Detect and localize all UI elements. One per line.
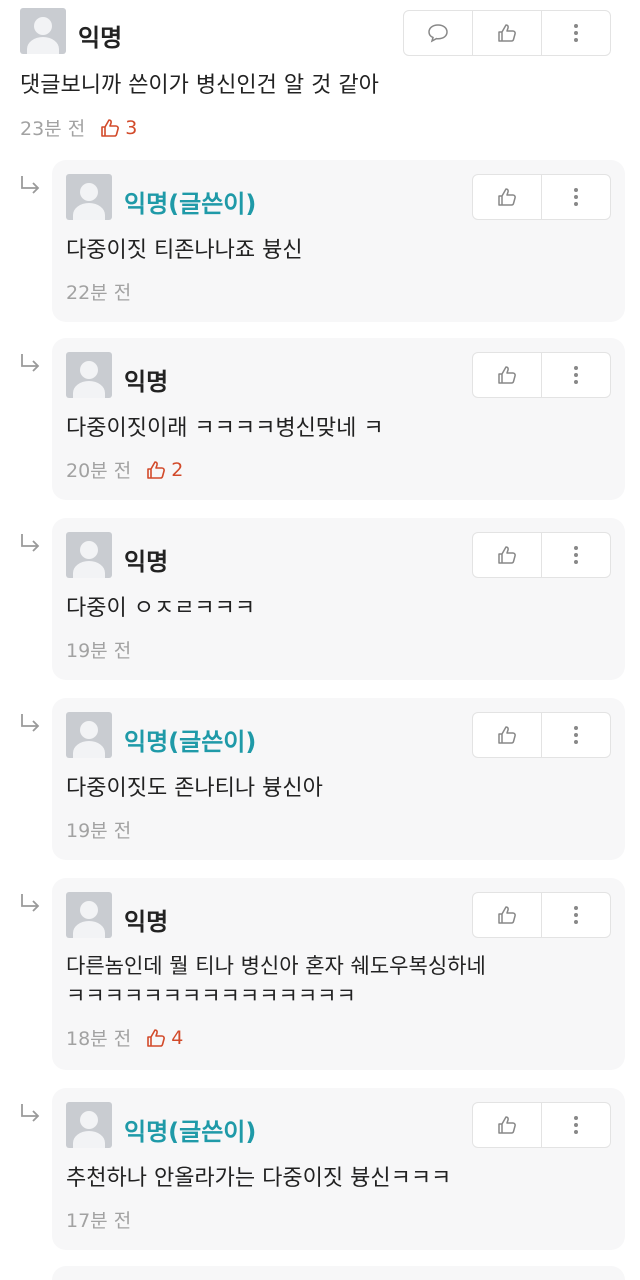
- comment-author: 익명: [124, 548, 169, 576]
- more-button[interactable]: [541, 893, 610, 937]
- comment-text: 다른놈인데 뭘 티나 병신아 혼자 쉐도우복싱하네: [66, 954, 486, 978]
- reply-arrow-icon: [21, 176, 40, 194]
- timestamp: 23분 전: [20, 118, 86, 140]
- timestamp: 20분 전: [66, 460, 132, 482]
- more-vertical-icon: [574, 906, 578, 924]
- comment-author: 익명: [124, 368, 169, 396]
- comment-author: 익명: [78, 24, 123, 52]
- comment-icon: [428, 24, 448, 43]
- more-button[interactable]: [541, 11, 610, 55]
- comment-meta: 19분 전: [66, 636, 131, 663]
- avatar[interactable]: [66, 1102, 112, 1148]
- reply-card: 익명 다중이짓이래 ㅋㅋㅋㅋ병신맞네 ㅋ 20분 전 2: [52, 338, 625, 500]
- reply-arrow-icon: [21, 894, 40, 912]
- reply-card: 익명(글쓴이) 추천하나 안올라가는 다중이짓 븅신ㅋㅋㅋ 17분 전: [52, 1088, 625, 1250]
- comment-author: 익명(글쓴이): [124, 190, 257, 218]
- comment-action-buttons: [472, 1102, 611, 1148]
- timestamp: 17분 전: [66, 1210, 132, 1232]
- reply-arrow-icon: [21, 354, 40, 372]
- avatar[interactable]: [66, 352, 112, 398]
- comment-action-buttons: [472, 892, 611, 938]
- thumbs-up-icon: [498, 906, 516, 924]
- thumbs-up-icon: [147, 1028, 166, 1047]
- thumbs-up-icon: [498, 546, 516, 564]
- more-vertical-icon: [574, 24, 578, 42]
- like-count: 3: [99, 117, 137, 139]
- comment-action-buttons: [403, 10, 611, 56]
- thumbs-up-icon: [498, 1116, 516, 1134]
- reply-button[interactable]: [404, 11, 472, 55]
- comment-text: 다중이짓 티존나나죠 븅신: [66, 238, 303, 263]
- avatar[interactable]: [66, 712, 112, 758]
- like-button[interactable]: [473, 533, 541, 577]
- reply-arrow-icon: [21, 714, 40, 732]
- like-button[interactable]: [472, 11, 541, 55]
- comment-meta: 22분 전: [66, 278, 131, 305]
- reply-arrow-icon: [21, 534, 40, 552]
- more-vertical-icon: [574, 366, 578, 384]
- reply-card: 익명(글쓴이) 다중이짓 티존나나죠 븅신 22분 전: [52, 160, 625, 322]
- comment-action-buttons: [472, 712, 611, 758]
- more-button[interactable]: [541, 353, 610, 397]
- reply-card-partial: [52, 1266, 625, 1280]
- like-button[interactable]: [473, 893, 541, 937]
- thumbs-up-icon: [101, 118, 120, 137]
- like-button[interactable]: [473, 713, 541, 757]
- timestamp: 22분 전: [66, 282, 132, 304]
- like-count: 4: [145, 1027, 183, 1049]
- comment-action-buttons: [472, 532, 611, 578]
- thumbs-up-icon: [498, 24, 516, 42]
- reply-card: 익명(글쓴이) 다중이짓도 존나티나 븅신아 19분 전: [52, 698, 625, 860]
- comment-author: 익명(글쓴이): [124, 728, 257, 756]
- comment-action-buttons: [472, 174, 611, 220]
- comment-text: 다중이짓이래 ㅋㅋㅋㅋ병신맞네 ㅋ: [66, 416, 384, 441]
- comment-text: 댓글보니까 쓴이가 병신인건 알 것 같아: [20, 73, 379, 98]
- more-button[interactable]: [541, 175, 610, 219]
- more-vertical-icon: [574, 546, 578, 564]
- thumbs-up-icon: [498, 726, 516, 744]
- more-vertical-icon: [574, 1116, 578, 1134]
- reply-arrow-icon: [21, 1104, 40, 1122]
- more-button[interactable]: [541, 713, 610, 757]
- comment-action-buttons: [472, 352, 611, 398]
- comment-meta: 18분 전 4: [66, 1024, 183, 1051]
- more-button[interactable]: [541, 1103, 610, 1147]
- avatar[interactable]: [66, 892, 112, 938]
- thumbs-up-icon: [498, 366, 516, 384]
- thumbs-up-icon: [498, 188, 516, 206]
- timestamp: 18분 전: [66, 1028, 132, 1050]
- comment-text: 다중이 ㅇㅈㄹㅋㅋㅋ: [66, 596, 256, 621]
- timestamp: 19분 전: [66, 640, 132, 662]
- timestamp: 19분 전: [66, 820, 132, 842]
- comment-author: 익명(글쓴이): [124, 1118, 257, 1146]
- reply-card: 익명 다중이 ㅇㅈㄹㅋㅋㅋ 19분 전: [52, 518, 625, 680]
- comment-meta: 20분 전 2: [66, 456, 183, 483]
- comment-author: 익명: [124, 908, 169, 936]
- comment-meta: 17분 전: [66, 1206, 131, 1233]
- avatar[interactable]: [20, 8, 66, 54]
- like-button[interactable]: [473, 175, 541, 219]
- like-button[interactable]: [473, 1103, 541, 1147]
- comment-text-line2: ㅋㅋㅋㅋㅋㅋㅋㅋㅋㅋㅋㅋㅋㅋㅋ: [66, 984, 356, 1008]
- avatar[interactable]: [66, 532, 112, 578]
- comment-text: 다중이짓도 존나티나 븅신아: [66, 776, 323, 801]
- more-vertical-icon: [574, 188, 578, 206]
- more-button[interactable]: [541, 533, 610, 577]
- avatar[interactable]: [66, 174, 112, 220]
- thumbs-up-icon: [147, 460, 166, 479]
- comment-meta: 19분 전: [66, 816, 131, 843]
- comment-meta: 23분 전 3: [20, 114, 137, 141]
- like-button[interactable]: [473, 353, 541, 397]
- like-count: 2: [145, 459, 183, 481]
- comment-text: 추천하나 안올라가는 다중이짓 븅신ㅋㅋㅋ: [66, 1166, 452, 1191]
- reply-card: 익명 다른놈인데 뭘 티나 병신아 혼자 쉐도우복싱하네 ㅋㅋㅋㅋㅋㅋㅋㅋㅋㅋㅋ…: [52, 878, 625, 1070]
- more-vertical-icon: [574, 726, 578, 744]
